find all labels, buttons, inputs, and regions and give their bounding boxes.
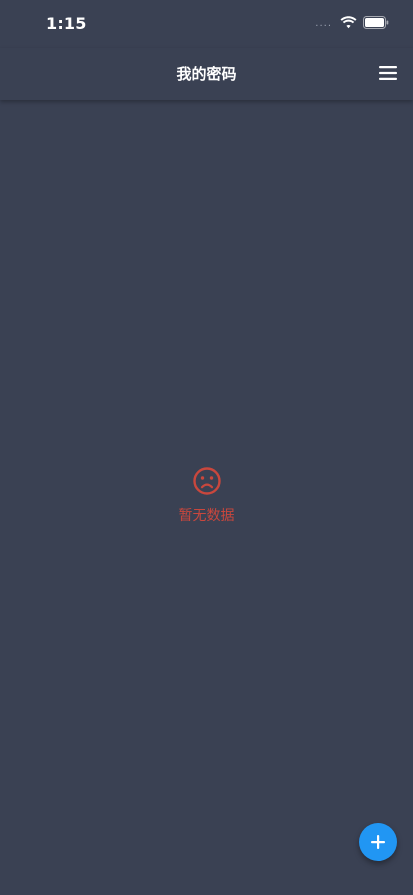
hamburger-menu-icon — [379, 66, 397, 80]
app-bar: 我的密码 — [0, 48, 413, 100]
password-list-area: 暂无数据 — [0, 100, 413, 895]
menu-button[interactable] — [377, 62, 399, 84]
status-time: 1:15 — [46, 14, 87, 33]
wifi-icon — [340, 14, 357, 33]
add-password-button[interactable] — [359, 823, 397, 861]
app-screen: 1:15 .... 我的密码 暂无数据 — [0, 0, 413, 895]
page-title: 我的密码 — [176, 65, 237, 83]
empty-message: 暂无数据 — [178, 508, 235, 524]
battery-icon — [363, 14, 389, 33]
signal-dots: .... — [315, 17, 332, 29]
status-bar: 1:15 .... — [0, 0, 413, 48]
status-icons: .... — [315, 14, 389, 32]
sad-face-icon — [192, 467, 221, 495]
empty-state: 暂无数据 — [0, 466, 413, 525]
plus-icon — [371, 835, 385, 849]
